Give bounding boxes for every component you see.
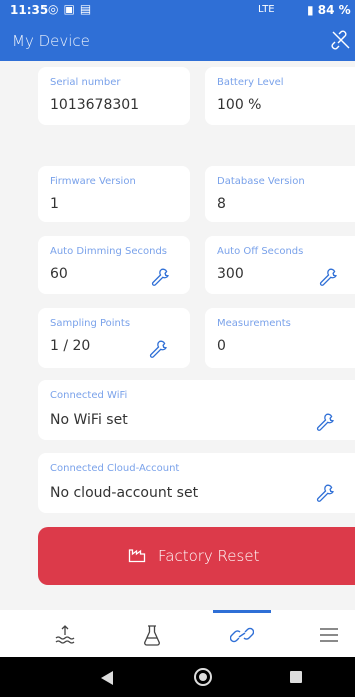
sampling-points-value: 1 / 20 (50, 338, 91, 354)
connected-cloud-card[interactable]: Connected Cloud-Account No cloud-account… (38, 453, 355, 513)
menu-tab-icon[interactable] (319, 624, 345, 646)
link-tab-icon[interactable] (229, 624, 256, 646)
notification-icons: ◎▣▤ (48, 2, 96, 16)
auto-dimming-value: 60 (50, 266, 68, 282)
battery-status: ▮ 84 % (307, 3, 351, 17)
status-time: 11:35 (10, 3, 49, 17)
sampling-points-card[interactable]: Sampling Points 1 / 20 (38, 308, 190, 368)
unlink-icon[interactable] (330, 29, 352, 55)
auto-dimming-card[interactable]: Auto Dimming Seconds 60 (38, 236, 190, 294)
network-type: LTE (258, 4, 275, 15)
connected-wifi-value: No WiFi set (50, 412, 128, 428)
connected-wifi-label: Connected WiFi (50, 390, 128, 401)
battery-level-card: Battery Level 100 % (205, 67, 355, 125)
database-version-value: 8 (217, 196, 226, 212)
system-nav-bar (0, 657, 355, 697)
battery-percent: 84 % (317, 3, 351, 17)
battery-icon: ▮ (307, 3, 314, 17)
firmware-version-label: Firmware Version (50, 176, 136, 187)
wrench-icon[interactable] (318, 267, 338, 287)
status-bar: 11:35 ◎▣▤ LTE ▮ 84 % (0, 0, 355, 21)
database-version-label: Database Version (217, 176, 305, 187)
battery-level-label: Battery Level (217, 77, 284, 88)
battery-level-value: 100 % (217, 97, 262, 113)
serial-number-label: Serial number (50, 77, 121, 88)
home-icon[interactable] (194, 668, 212, 686)
measure-tab-icon[interactable] (54, 624, 80, 646)
connected-wifi-card[interactable]: Connected WiFi No WiFi set (38, 380, 355, 440)
factory-reset-button[interactable]: Factory Reset (38, 527, 355, 585)
serial-number-card: Serial number 1013678301 (38, 67, 190, 125)
page-title: My Device (12, 32, 90, 50)
gallery-icon: ▤ (79, 2, 97, 16)
back-icon[interactable] (101, 671, 113, 685)
auto-dimming-label: Auto Dimming Seconds (50, 246, 168, 257)
factory-reset-label: Factory Reset (158, 547, 260, 565)
measurements-value: 0 (217, 338, 226, 354)
serial-number-value: 1013678301 (50, 97, 140, 113)
measurements-label: Measurements (217, 318, 291, 329)
chat-icon: ▣ (63, 2, 80, 16)
factory-icon (128, 547, 146, 567)
auto-off-label: Auto Off Seconds (217, 246, 304, 257)
database-version-card: Database Version 8 (205, 166, 355, 222)
app-bar: My Device (0, 21, 355, 61)
recent-apps-icon[interactable] (290, 671, 302, 683)
auto-off-value: 300 (217, 266, 244, 282)
measurements-card: Measurements 0 (205, 308, 355, 368)
wrench-icon[interactable] (315, 483, 335, 503)
wrench-icon[interactable] (315, 412, 335, 432)
whatsapp-icon: ◎ (48, 2, 64, 16)
sampling-points-label: Sampling Points (50, 318, 131, 329)
wrench-icon[interactable] (148, 339, 168, 359)
firmware-version-value: 1 (50, 196, 59, 212)
auto-off-card[interactable]: Auto Off Seconds 300 (205, 236, 355, 294)
bottom-nav (0, 610, 355, 657)
connected-cloud-label: Connected Cloud-Account (50, 463, 180, 474)
wrench-icon[interactable] (150, 267, 170, 287)
firmware-version-card: Firmware Version 1 (38, 166, 190, 222)
active-tab-indicator (213, 610, 271, 613)
flask-tab-icon[interactable] (142, 624, 168, 646)
connected-cloud-value: No cloud-account set (50, 485, 199, 501)
